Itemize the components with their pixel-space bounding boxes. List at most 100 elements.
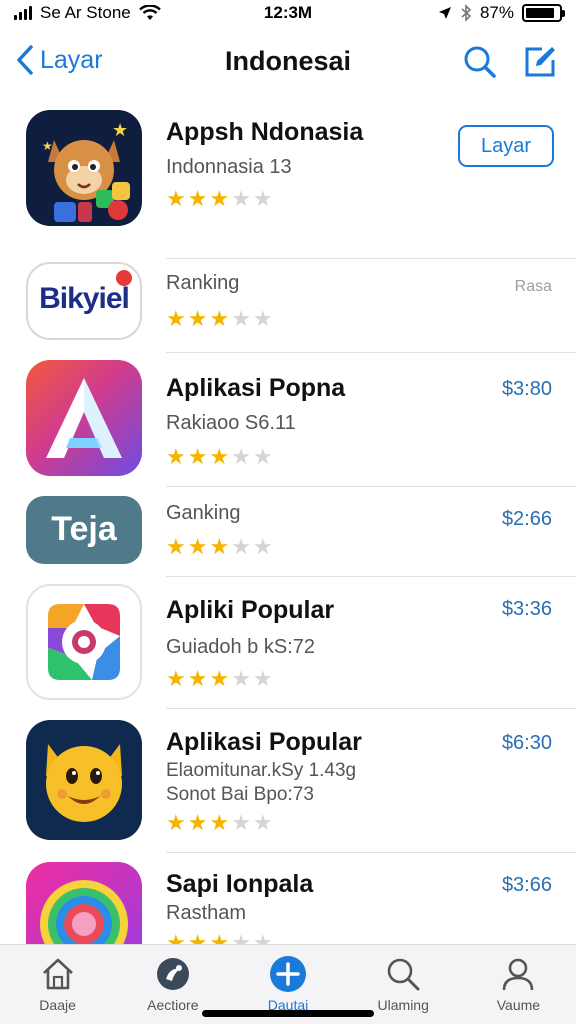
star-empty-icon: ★ [231, 306, 251, 331]
app-subtitle: Ranking [166, 272, 240, 294]
app-subtitle: Guiadoh b kS:72 [166, 636, 315, 658]
person-icon [503, 958, 534, 991]
compose-icon [525, 47, 555, 77]
star-filled-icon: ★ [209, 666, 230, 691]
svg-text:★: ★ [112, 120, 128, 140]
tab-label: Daaje [39, 997, 76, 1013]
divider [166, 708, 576, 709]
star-empty-icon: ★ [231, 810, 251, 835]
search-button[interactable] [462, 44, 498, 80]
star-filled-icon: ★ [209, 534, 230, 559]
star-rating: ★ ★ ★ ★ ★ [166, 188, 273, 210]
status-left: Se Ar Stone [14, 3, 161, 23]
search-icon [387, 958, 420, 991]
carrier-label: Se Ar Stone [40, 3, 131, 22]
app-price[interactable]: $3:66 [502, 874, 552, 897]
app-price[interactable]: $3:80 [502, 378, 552, 401]
compose-button[interactable] [522, 44, 558, 80]
battery-icon [522, 4, 565, 22]
divider [166, 852, 576, 853]
get-button[interactable]: Layar [458, 125, 554, 167]
star-empty-icon: ★ [252, 444, 273, 469]
star-filled-icon: ★ [187, 810, 208, 835]
bluetooth-icon [461, 4, 472, 22]
star-filled-icon: ★ [187, 186, 208, 211]
smiling-cat-icon [26, 720, 142, 840]
star-rating: ★ ★ ★ ★ ★ [166, 308, 273, 330]
nav-actions [462, 44, 558, 80]
star-filled-icon: ★ [166, 666, 186, 691]
bikyiel-logo-icon: Bikyiel [26, 262, 142, 340]
star-empty-icon: ★ [231, 186, 251, 211]
star-empty-icon: ★ [252, 810, 273, 835]
cartoon-cat-icon: ★ ★ [26, 110, 142, 226]
icon-logo-text: Teja [51, 510, 117, 548]
tab-home[interactable]: Daaje [0, 945, 115, 1024]
home-icon [42, 958, 73, 990]
status-right: 87% [438, 3, 565, 23]
app-name: Sapi Ionpala [166, 870, 314, 898]
navigation-bar: Layar Indonesai [0, 38, 576, 88]
app-name: Aplikasi Popular [166, 728, 362, 756]
star-filled-icon: ★ [166, 534, 186, 559]
app-subtitle-secondary: Sonot Bai Bpo:73 [166, 784, 314, 805]
divider [166, 258, 576, 259]
app-subtitle: Elaomitunar.kSy 1.43g [166, 760, 357, 781]
app-subtitle: Ganking [166, 502, 241, 524]
app-name: Apliki Popular [166, 596, 335, 624]
star-empty-icon: ★ [231, 534, 251, 559]
app-name: Aplikasi Popna [166, 374, 346, 402]
star-filled-icon: ★ [187, 534, 208, 559]
wifi-icon [138, 5, 161, 20]
search-icon [464, 46, 496, 78]
star-filled-icon: ★ [187, 306, 208, 331]
app-name: Appsh Ndonasia [166, 118, 364, 146]
star-empty-icon: ★ [252, 666, 273, 691]
battery-percent: 87% [479, 3, 514, 22]
star-empty-icon: ★ [231, 444, 251, 469]
divider [166, 486, 576, 487]
status-bar: Se Ar Stone 12:3M 87% [0, 0, 576, 26]
home-indicator[interactable] [202, 1010, 374, 1017]
app-price[interactable]: Rasa [515, 278, 552, 296]
app-price[interactable]: $6:30 [502, 732, 552, 755]
star-rating: ★ ★ ★ ★ ★ [166, 668, 273, 690]
signal-strength-icon [14, 6, 32, 20]
tab-label: Vaume [496, 997, 541, 1013]
star-filled-icon: ★ [166, 186, 186, 211]
star-filled-icon: ★ [209, 810, 230, 835]
tab-label: Aectiore [147, 997, 199, 1013]
star-filled-icon: ★ [209, 186, 230, 211]
star-empty-icon: ★ [252, 534, 273, 559]
discover-icon [156, 958, 189, 990]
star-filled-icon: ★ [187, 444, 208, 469]
star-rating: ★ ★ ★ ★ ★ [166, 536, 273, 558]
app-price[interactable]: $2:66 [502, 508, 552, 531]
letter-a-icon [26, 360, 142, 476]
star-filled-icon: ★ [209, 444, 230, 469]
star-empty-icon: ★ [252, 186, 273, 211]
plus-circle-icon [270, 956, 306, 992]
star-rating: ★ ★ ★ ★ ★ [166, 812, 273, 834]
star-filled-icon: ★ [166, 444, 186, 469]
battery-level [526, 8, 554, 18]
divider [166, 352, 576, 353]
teja-logo-icon: Teja [26, 496, 142, 564]
app-subtitle: Rastham [166, 902, 247, 924]
star-filled-icon: ★ [166, 306, 186, 331]
tab-profile[interactable]: Vaume [461, 945, 576, 1024]
colorful-ring-icon [26, 584, 142, 700]
star-empty-icon: ★ [231, 666, 251, 691]
divider [166, 576, 576, 577]
tab-label: Ulaming [377, 997, 429, 1013]
app-price[interactable]: $3:36 [502, 598, 552, 621]
star-filled-icon: ★ [187, 666, 208, 691]
star-empty-icon: ★ [252, 306, 273, 331]
app-subtitle: Rakiaoo S6.11 [166, 412, 296, 434]
star-filled-icon: ★ [209, 306, 230, 331]
icon-logo-text: Bikyiel [39, 282, 130, 315]
location-arrow-icon [438, 7, 451, 19]
star-filled-icon: ★ [166, 810, 186, 835]
app-subtitle: Indonnasia 13 [166, 156, 292, 178]
star-rating: ★ ★ ★ ★ ★ [166, 446, 273, 468]
